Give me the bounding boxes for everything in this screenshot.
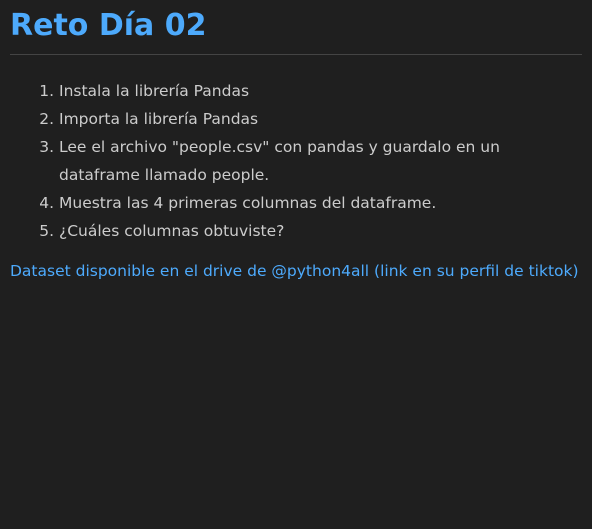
list-item-step-4: Muestra las 4 primeras columnas del data…	[59, 189, 582, 217]
dataset-note-link[interactable]: Dataset disponible en el drive de @pytho…	[10, 259, 582, 283]
list-item-step-2: Importa la librería Pandas	[59, 105, 582, 133]
list-item-step-5: ¿Cuáles columnas obtuviste?	[59, 217, 582, 245]
list-item-step-1: Instala la librería Pandas	[59, 77, 582, 105]
page-title: Reto Día 02	[10, 8, 207, 43]
heading-divider	[10, 54, 582, 55]
document-page: Reto Día 02 Instala la librería Pandas I…	[0, 0, 592, 529]
steps-list: Instala la librería Pandas Importa la li…	[10, 77, 582, 245]
list-item-step-3: Lee el archivo "people.csv" con pandas y…	[59, 133, 582, 189]
